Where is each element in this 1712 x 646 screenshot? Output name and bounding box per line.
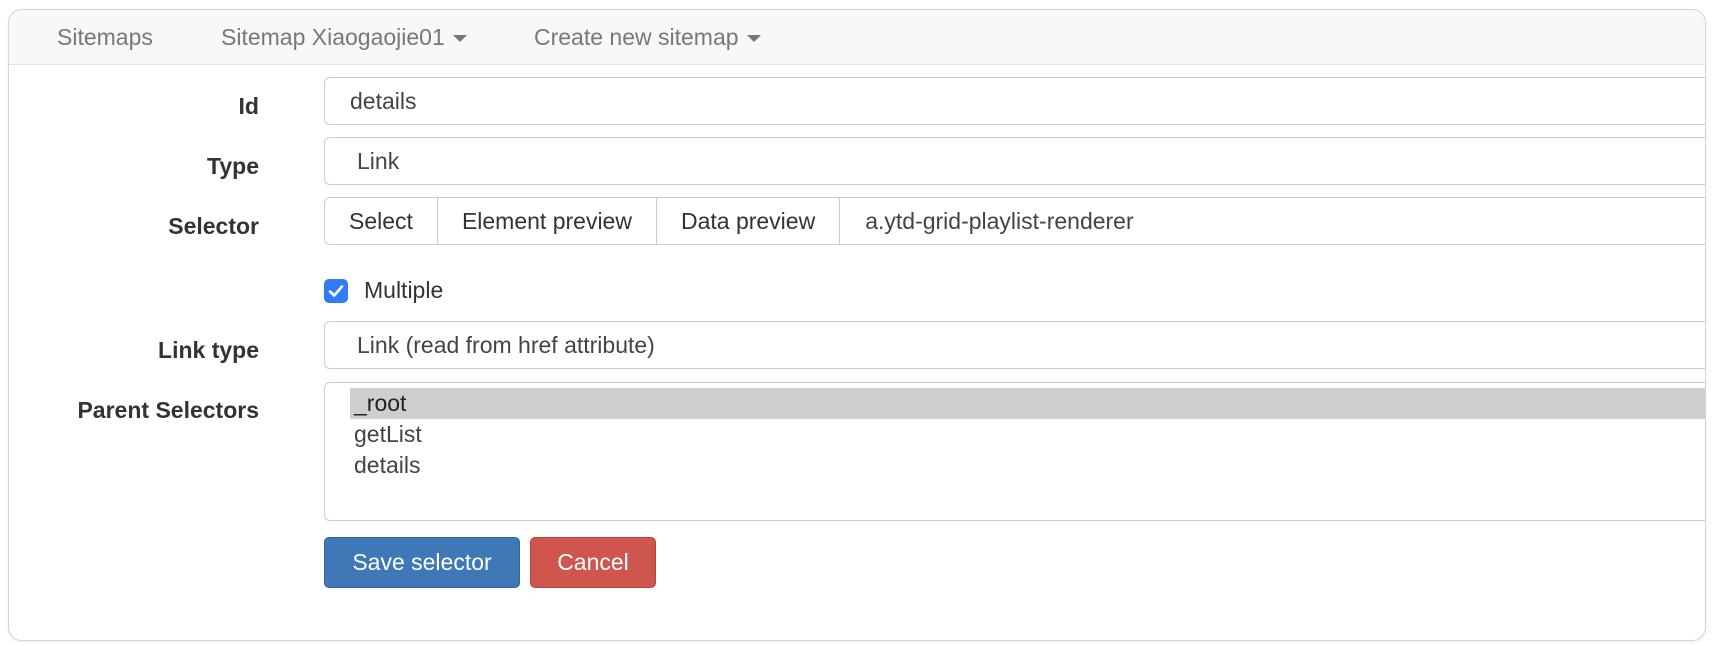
element-preview-button[interactable]: Element preview [437, 198, 657, 244]
link-type-select-value: Link (read from href attribute) [357, 332, 655, 358]
parent-selectors-label: Parent Selectors [77, 397, 259, 423]
checkmark-icon [328, 285, 344, 297]
save-selector-button[interactable]: Save selector [324, 537, 520, 588]
select-button[interactable]: Select [325, 198, 438, 244]
nav-current-sitemap-label: Sitemap Xiaogaojie01 [221, 24, 445, 50]
link-type-label: Link type [158, 337, 259, 363]
multiple-checkbox[interactable] [324, 279, 348, 303]
multiple-label[interactable]: Multiple [364, 277, 443, 304]
selector-label: Selector [168, 213, 259, 239]
type-select-value: Link [357, 148, 400, 174]
nav-sitemaps[interactable]: Sitemaps [57, 10, 153, 64]
link-type-select[interactable]: Link (read from href attribute) [324, 321, 1705, 369]
parent-selectors-listbox[interactable]: _root getList details [324, 382, 1705, 521]
list-option-details[interactable]: details [350, 450, 1705, 481]
type-select[interactable]: Link [324, 137, 1705, 185]
nav-create-new-label: Create new sitemap [534, 24, 739, 50]
selector-input[interactable]: a.ytd-grid-playlist-renderer [840, 198, 1133, 244]
nav-current-sitemap-dropdown[interactable]: Sitemap Xiaogaojie01 [221, 10, 467, 64]
nav-create-new-sitemap-dropdown[interactable]: Create new sitemap [534, 10, 761, 64]
id-input-value: details [350, 88, 417, 114]
caret-down-icon [452, 35, 467, 43]
selector-input-group: Select Element preview Data preview a.yt… [324, 197, 1705, 245]
data-preview-button[interactable]: Data preview [656, 198, 841, 244]
window-frame: Sitemaps Sitemap Xiaogaojie01 Create new… [8, 9, 1706, 641]
id-input[interactable]: details [324, 77, 1705, 125]
list-option-getlist[interactable]: getList [350, 419, 1705, 450]
navbar: Sitemaps Sitemap Xiaogaojie01 Create new… [9, 10, 1705, 65]
list-option-root[interactable]: _root [350, 388, 1705, 419]
caret-down-icon [746, 35, 761, 43]
type-label: Type [207, 153, 259, 179]
cancel-button[interactable]: Cancel [530, 537, 656, 588]
id-label: Id [238, 93, 259, 119]
